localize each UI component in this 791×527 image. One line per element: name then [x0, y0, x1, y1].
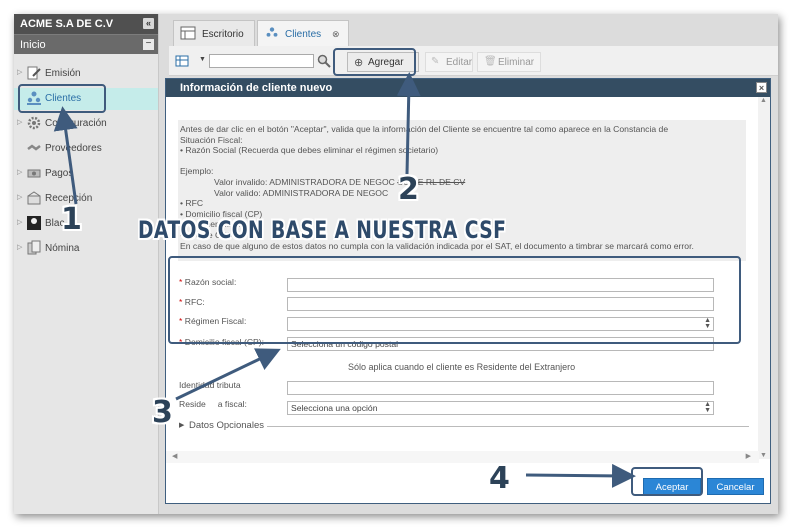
step-number-2: 2 [398, 172, 419, 207]
expand-arrow-icon: ▷ [17, 194, 23, 201]
toolbar: ▼ ⊕ Agregar ✎ Editar 🗑 Eliminar [169, 46, 778, 76]
label-text-tail: a fiscal: [217, 399, 247, 409]
edit-button-label: Editar [446, 57, 473, 68]
residencia-fiscal-select[interactable]: Selecciona una opción ▲ ▼ [287, 401, 714, 415]
optional-data-label: Datos Opcionales [189, 420, 264, 431]
people-icon [266, 27, 278, 37]
tab-escritorio[interactable]: Escritorio [173, 20, 255, 46]
dialog-title-bar: Información de cliente nuevo × [166, 79, 770, 97]
divider [267, 426, 749, 427]
close-tab-icon[interactable]: ⊗ [332, 29, 340, 40]
tab-label: Escritorio [202, 29, 244, 40]
pencil-icon: ✎ [431, 56, 440, 67]
input-placeholder: Selecciona una opción [291, 403, 378, 413]
expand-arrow-icon: ▷ [17, 219, 23, 226]
grid-view-icon[interactable] [175, 54, 189, 68]
scroll-right-icon[interactable]: ▶ [746, 452, 751, 460]
tab-bar: Escritorio Clientes ⊗ [169, 14, 778, 46]
company-header: ACME S.A DE C.V « [14, 14, 158, 34]
search-input[interactable] [209, 54, 314, 68]
search-icon[interactable] [317, 54, 331, 68]
section-inicio[interactable]: Inicio − [14, 34, 158, 54]
sidebar-item-pagos[interactable]: ▷ Pagos [14, 163, 158, 185]
cancel-button[interactable]: Cancelar [707, 478, 764, 495]
horizontal-scrollbar[interactable]: ◀ ▶ [166, 451, 759, 463]
section-title: Inicio [20, 39, 46, 51]
sidebar-item-blacklist[interactable]: ▷ Blac [14, 213, 158, 235]
step-number-4: 4 [489, 461, 510, 496]
residencia-fiscal-label: Reside a fiscal: [179, 399, 247, 409]
example-valid: Valor valido: ADMINISTRADORA DE NEGOC [214, 187, 389, 198]
sidebar-item-configuracion[interactable]: ▷ Configuración [14, 113, 158, 135]
select-arrows-icon: ▲ ▼ [704, 401, 711, 414]
edit-document-icon [27, 66, 41, 80]
optional-data-section[interactable]: ▶ Datos Opcionales [179, 420, 749, 433]
tab-label: Clientes [285, 29, 322, 40]
payroll-icon [27, 240, 41, 255]
sidebar-item-label: Pagos [45, 168, 74, 179]
label-text: Reside [179, 399, 206, 409]
sidebar-item-label: Configuración [45, 118, 107, 129]
step-number-1: 1 [61, 202, 82, 237]
sidebar-item-label: Proveedores [45, 143, 102, 154]
expand-arrow-icon: ▷ [17, 244, 23, 251]
instruction-line: Situación Fiscal: [180, 134, 243, 145]
sidebar-item-proveedores[interactable]: Proveedores [14, 138, 158, 160]
expand-arrow-icon: ▷ [17, 119, 23, 126]
instruction-line: Ejemplo: [180, 166, 214, 177]
blacklist-icon [27, 216, 41, 230]
sidebar-item-nomina[interactable]: ▷ Nómina [14, 238, 158, 260]
close-icon[interactable]: × [756, 82, 767, 93]
handshake-icon [27, 144, 41, 151]
app-window: ACME S.A DE C.V « Inicio − ▷ Emisión Cli… [14, 14, 778, 514]
delete-button[interactable]: 🗑 Eliminar [477, 52, 541, 72]
instruction-line: Antes de dar clic en el botón "Aceptar",… [180, 124, 669, 134]
highlight-aceptar [631, 467, 703, 496]
sidebar-item-recepcion[interactable]: ▷ Recepción [14, 188, 158, 210]
instruction-line [180, 156, 744, 167]
highlight-clientes [18, 84, 106, 113]
trash-icon: 🗑 [484, 56, 497, 67]
edit-button[interactable]: ✎ Editar [425, 52, 473, 72]
company-name: ACME S.A DE C.V [20, 18, 114, 30]
highlight-agregar [333, 48, 416, 76]
sidebar-item-label: Nómina [45, 243, 80, 254]
inbox-icon [27, 191, 41, 205]
money-icon [27, 169, 41, 178]
example-invalid: Valor invalido: ADMINISTRADORA DE NEGOC … [180, 177, 744, 188]
instruction-line: • Razón Social (Recuerda que debes elimi… [180, 145, 439, 156]
tab-clientes[interactable]: Clientes ⊗ [257, 20, 349, 46]
foreign-resident-note: Sólo aplica cuando el cliente es Residen… [348, 362, 576, 372]
scroll-up-icon[interactable]: ▲ [760, 97, 767, 104]
desktop-icon [180, 26, 196, 40]
scroll-down-icon[interactable]: ▼ [760, 452, 767, 459]
delete-button-label: Eliminar [498, 57, 535, 68]
identidad-tributaria-label: Identidad tributa [179, 380, 241, 390]
annotation-banner: DATOS CON BASE A NUESTRA CSF [138, 216, 507, 244]
scroll-left-icon[interactable]: ◀ [172, 452, 177, 460]
identidad-tributaria-input[interactable] [287, 381, 714, 395]
expand-arrow-icon: ▶ [179, 422, 185, 429]
sidebar-item-emision[interactable]: ▷ Emisión [14, 63, 158, 85]
expand-arrow-icon: ▷ [17, 69, 23, 76]
gear-icon [27, 116, 41, 130]
expand-arrow-icon: ▷ [17, 169, 23, 176]
step-number-3: 3 [152, 395, 173, 430]
collapse-sidebar-button[interactable]: « [143, 18, 154, 29]
sidebar-item-label: Emisión [45, 68, 81, 79]
highlight-fiscal-fields [168, 256, 741, 344]
collapse-section-button[interactable]: − [143, 39, 154, 50]
dialog-title: Información de cliente nuevo [180, 82, 333, 94]
instruction-line: • RFC [180, 198, 204, 209]
dropdown-arrow-icon[interactable]: ▼ [199, 56, 206, 63]
vertical-scrollbar[interactable]: ▲ ▼ [758, 97, 770, 459]
example-invalid-text: Valor invalido: ADMINISTRADORA DE NEGOC [214, 176, 395, 187]
